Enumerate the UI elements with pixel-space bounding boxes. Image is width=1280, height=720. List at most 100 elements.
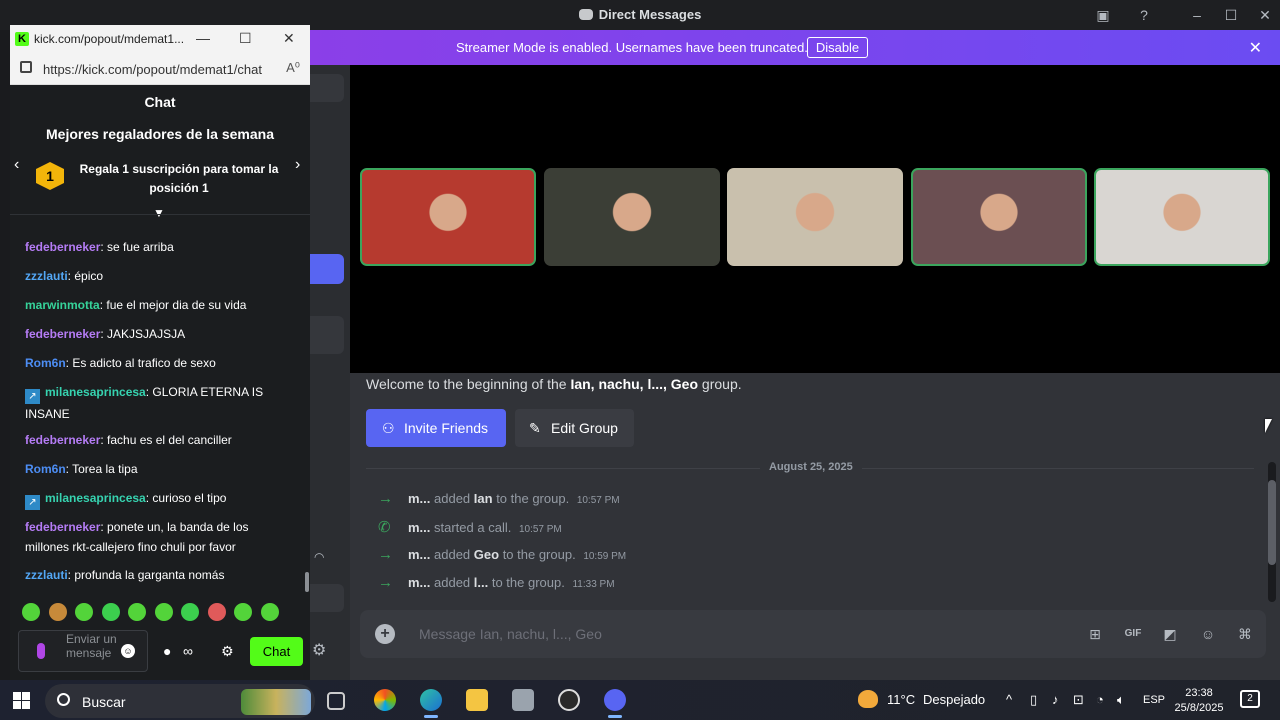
composer-placeholder[interactable]: Message Ian, nachu, l..., Geo bbox=[419, 626, 602, 642]
edge-browser-icon[interactable] bbox=[420, 689, 442, 718]
system-message-target[interactable]: Geo bbox=[474, 547, 503, 562]
video-tile[interactable] bbox=[360, 168, 536, 266]
chat-username[interactable]: milanesaprincesa bbox=[45, 491, 146, 505]
taskbar-clock[interactable]: 23:38 25/8/2025 bbox=[1172, 686, 1226, 716]
emoji-picker-icon[interactable]: ☺ bbox=[121, 644, 135, 658]
sticker-icon[interactable]: ◩ bbox=[1160, 624, 1180, 644]
chat-username[interactable]: Rom6n bbox=[25, 356, 66, 370]
sidebar-item[interactable] bbox=[310, 584, 344, 612]
message-composer[interactable]: + Message Ian, nachu, l..., Geo ⊞ GIF ◩ … bbox=[360, 610, 1266, 658]
collapse-pin-icon[interactable]: ▼ bbox=[153, 206, 165, 220]
notification-center-icon[interactable]: 2 bbox=[1240, 690, 1260, 708]
divider bbox=[10, 214, 310, 215]
gif-icon[interactable]: GIF bbox=[1123, 624, 1143, 644]
chevron-up-icon[interactable]: ^ bbox=[1006, 692, 1012, 707]
video-tile[interactable] bbox=[1094, 168, 1270, 266]
activities-icon[interactable]: ⌘ bbox=[1235, 624, 1255, 644]
sidebar-item[interactable] bbox=[310, 316, 344, 354]
chat-username[interactable]: zzzlauti bbox=[25, 269, 68, 283]
chat-username[interactable]: marwinmotta bbox=[25, 298, 100, 312]
chat-username[interactable]: Rom6n bbox=[25, 462, 66, 476]
emote-icon[interactable] bbox=[260, 603, 279, 621]
chat-username[interactable]: fedeberneker bbox=[25, 520, 100, 534]
tray-app-icon[interactable]: ▯ bbox=[1030, 692, 1037, 708]
windows-start-icon[interactable] bbox=[13, 692, 30, 709]
kick-chat-scrollbar[interactable] bbox=[305, 572, 309, 592]
close-button[interactable]: ✕ bbox=[1256, 6, 1274, 24]
kick-maximize-button[interactable]: ☐ bbox=[239, 30, 252, 47]
chat-message: Rom6n: Torea la tipa bbox=[25, 459, 295, 479]
invite-friends-button[interactable]: ⚇ Invite Friends bbox=[366, 409, 506, 447]
headset-icon[interactable]: ◠ bbox=[314, 550, 324, 564]
system-message-rest: to the group. bbox=[502, 547, 580, 562]
system-message-actor[interactable]: m... bbox=[408, 547, 434, 562]
weather-desc[interactable]: Despejado bbox=[923, 692, 985, 707]
chat-username[interactable]: fedeberneker bbox=[25, 240, 100, 254]
minimize-button[interactable]: – bbox=[1188, 6, 1206, 24]
emote-icon[interactable] bbox=[101, 603, 120, 621]
language-indicator[interactable]: ESP bbox=[1143, 694, 1165, 706]
sidebar-item-active[interactable] bbox=[310, 254, 344, 284]
chat-message: ↗ milanesaprincesa: GLORIA ETERNA IS INSA… bbox=[25, 382, 295, 424]
system-message-actor[interactable]: m... bbox=[408, 520, 434, 535]
taskbar-search[interactable]: Buscar bbox=[45, 684, 315, 718]
chat-username[interactable]: milanesaprincesa bbox=[45, 385, 146, 399]
chat-scrollbar-thumb[interactable] bbox=[1268, 480, 1276, 565]
settings-gear-icon[interactable]: ⚙ bbox=[312, 640, 326, 660]
task-view-icon[interactable] bbox=[327, 692, 345, 710]
system-message-target[interactable]: Ian bbox=[474, 491, 496, 506]
chat-settings-gear-icon[interactable]: ⚙ bbox=[221, 643, 234, 660]
kick-url[interactable]: https://kick.com/popout/mdemat1/chat bbox=[43, 62, 262, 77]
close-banner-icon[interactable]: ✕ bbox=[1249, 38, 1262, 58]
gift-icon[interactable]: ⊞ bbox=[1085, 624, 1105, 644]
chevron-right-icon[interactable]: › bbox=[295, 156, 300, 174]
system-message-target[interactable]: l... bbox=[474, 575, 492, 590]
file-explorer-icon[interactable] bbox=[466, 689, 488, 711]
video-tile[interactable] bbox=[727, 168, 903, 266]
emote-icon[interactable] bbox=[128, 603, 146, 621]
streamer-mode-banner: Streamer Mode is enabled. Usernames have… bbox=[310, 30, 1280, 65]
obs-icon[interactable] bbox=[558, 689, 580, 711]
kick-minimize-button[interactable]: — bbox=[196, 30, 210, 46]
upload-plus-icon[interactable]: + bbox=[375, 624, 395, 644]
microphone-tray-icon[interactable]: ♪ bbox=[1052, 692, 1059, 707]
chat-username[interactable]: fedeberneker bbox=[25, 327, 100, 341]
video-tile[interactable] bbox=[544, 168, 720, 266]
emote-icon[interactable] bbox=[22, 603, 40, 621]
disable-streamer-mode-button[interactable]: Disable bbox=[807, 37, 868, 58]
video-tile[interactable] bbox=[911, 168, 1087, 266]
system-message-actor[interactable]: m... bbox=[408, 491, 434, 506]
discord-taskbar-icon[interactable] bbox=[604, 689, 626, 718]
emote-icon[interactable] bbox=[48, 603, 67, 621]
copilot-icon[interactable] bbox=[374, 689, 396, 711]
infinity-icon[interactable]: ∞ bbox=[183, 643, 193, 659]
maximize-button[interactable]: ☐ bbox=[1222, 6, 1240, 24]
emoji-icon[interactable]: ☺ bbox=[1198, 624, 1218, 644]
taskbar-search-placeholder[interactable]: Buscar bbox=[82, 694, 126, 710]
chat-username[interactable]: zzzlauti bbox=[25, 568, 68, 582]
emote-icon[interactable] bbox=[234, 603, 252, 621]
sidebar-item[interactable] bbox=[310, 74, 344, 102]
chevron-left-icon[interactable]: ‹ bbox=[14, 156, 19, 174]
read-aloud-icon[interactable]: A⁰ bbox=[286, 60, 300, 76]
points-icon[interactable]: ● bbox=[163, 643, 171, 659]
emote-icon[interactable] bbox=[207, 603, 226, 621]
help-icon[interactable]: ? bbox=[1135, 6, 1153, 24]
weather-temp[interactable]: 11°C bbox=[887, 692, 915, 707]
tray-icon[interactable]: ⊡ bbox=[1073, 692, 1084, 708]
microphone-icon[interactable] bbox=[37, 643, 45, 659]
volume-icon[interactable]: 🔈︎ bbox=[1117, 692, 1125, 708]
kick-address-bar[interactable]: https://kick.com/popout/mdemat1/chat A⁰ bbox=[10, 53, 310, 85]
kick-close-button[interactable]: ✕ bbox=[283, 30, 295, 47]
kick-message-input[interactable]: Enviar un mensaje ☺ bbox=[18, 630, 148, 672]
emote-icon[interactable] bbox=[181, 603, 199, 621]
send-chat-button[interactable]: Chat bbox=[250, 637, 303, 666]
inbox-icon[interactable]: ▣ bbox=[1094, 6, 1112, 24]
system-message-actor[interactable]: m... bbox=[408, 575, 434, 590]
wifi-icon[interactable]: ◔ bbox=[1096, 692, 1104, 707]
emote-icon[interactable] bbox=[75, 603, 93, 621]
app-icon[interactable] bbox=[512, 689, 534, 711]
edit-group-button[interactable]: ✎ Edit Group bbox=[515, 409, 634, 447]
emote-icon[interactable] bbox=[154, 603, 173, 621]
chat-username[interactable]: fedeberneker bbox=[25, 433, 100, 447]
